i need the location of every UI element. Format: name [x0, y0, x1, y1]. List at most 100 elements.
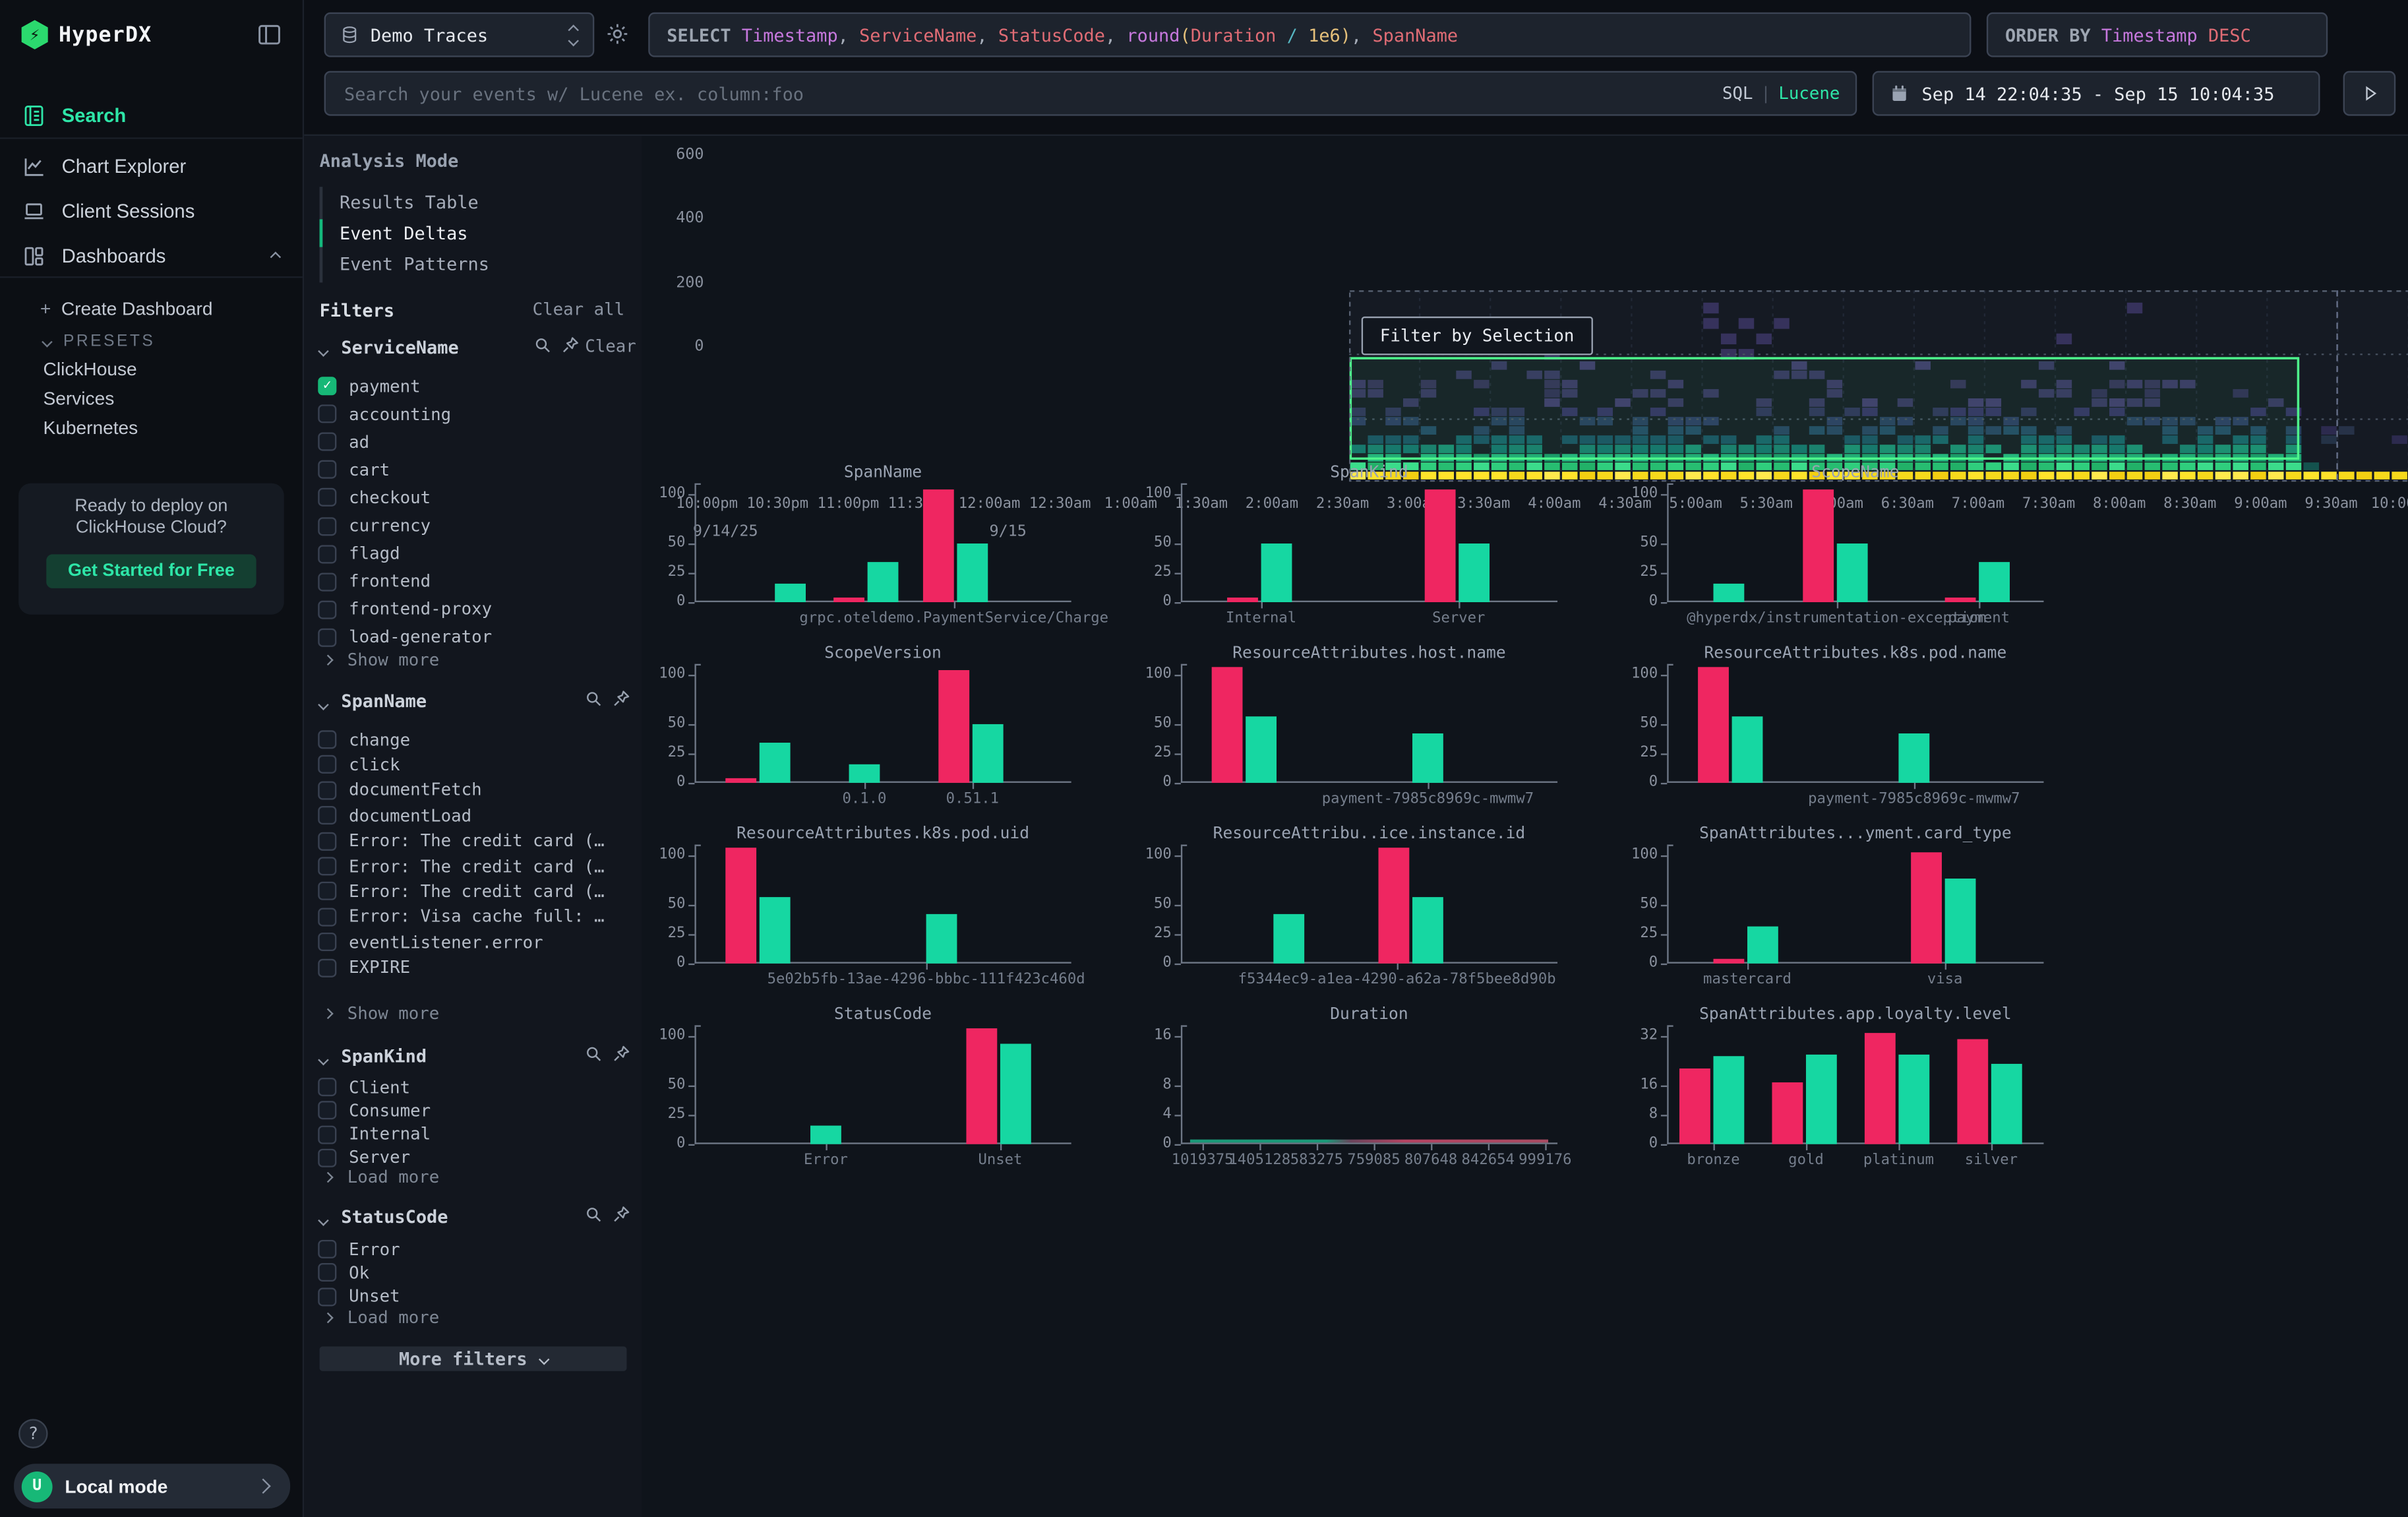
- chart-bar-green[interactable]: [1979, 562, 2010, 602]
- language-toggle-lucene[interactable]: Lucene: [1778, 83, 1840, 103]
- event-search-bar[interactable]: SQL | Lucene: [324, 71, 1857, 116]
- run-query-button[interactable]: [2343, 71, 2396, 116]
- chart-bar-green[interactable]: [849, 764, 880, 783]
- sidebar-item-dashboards[interactable]: Dashboards: [0, 235, 304, 278]
- sidebar-preset-clickhouse[interactable]: ClickHouse: [44, 358, 137, 380]
- filter-option-servicename[interactable]: currency: [318, 513, 431, 538]
- filter-group-more-servicename[interactable]: Show more: [324, 650, 440, 670]
- chart-bar-pink[interactable]: [1803, 489, 1834, 602]
- order-by-editor[interactable]: ORDER BY Timestamp DESC: [1987, 13, 2328, 57]
- pin-icon[interactable]: [611, 689, 631, 708]
- checkbox[interactable]: [318, 629, 336, 647]
- filter-option-servicename[interactable]: frontend-proxy: [318, 597, 492, 621]
- sql-select-editor[interactable]: SELECT Timestamp, ServiceName, StatusCod…: [648, 13, 1971, 57]
- checkbox[interactable]: [318, 1101, 336, 1120]
- filter-option-servicename[interactable]: frontend: [318, 569, 431, 594]
- checkbox[interactable]: [318, 832, 336, 850]
- chart-bar-green[interactable]: [1459, 543, 1490, 602]
- chart-bar-green[interactable]: [973, 724, 1004, 783]
- checkbox[interactable]: [318, 600, 336, 619]
- checkbox[interactable]: [318, 460, 336, 479]
- filter-option-spankind[interactable]: Server: [318, 1146, 410, 1170]
- filter-option-spanname[interactable]: EXPIRE: [318, 955, 410, 979]
- chart-bar-green[interactable]: [1806, 1055, 1837, 1144]
- chart-bar-green[interactable]: [1732, 716, 1763, 783]
- checkbox-checked[interactable]: ✓: [318, 377, 336, 395]
- chart-bar-green[interactable]: [1991, 1064, 2022, 1144]
- help-button[interactable]: ?: [18, 1419, 47, 1448]
- filter-option-servicename[interactable]: accounting: [318, 402, 451, 426]
- chart-bar-green[interactable]: [1747, 927, 1778, 964]
- checkbox[interactable]: [318, 933, 336, 951]
- chart-bar-pink[interactable]: [1227, 598, 1258, 602]
- clear-all-button[interactable]: Clear all: [533, 299, 625, 319]
- checkbox[interactable]: [318, 433, 336, 451]
- filter-group-clear-servicename[interactable]: Clear: [585, 336, 636, 356]
- search-icon[interactable]: [584, 1204, 603, 1224]
- language-toggle-sql[interactable]: SQL: [1722, 83, 1753, 103]
- chart-bar-green[interactable]: [1945, 879, 1976, 964]
- filter-option-spanname[interactable]: Error: The credit card (…: [318, 828, 604, 853]
- checkbox[interactable]: [318, 958, 336, 977]
- search-icon[interactable]: [584, 689, 603, 708]
- checkbox[interactable]: [318, 1125, 336, 1144]
- filter-option-statuscode[interactable]: Error: [318, 1237, 400, 1261]
- sidebar-item-search[interactable]: Search: [0, 94, 304, 138]
- sidebar-item-client-sessions[interactable]: Client Sessions: [0, 190, 304, 233]
- search-input[interactable]: [341, 81, 1722, 106]
- filter-group-chevron-spankind[interactable]: [320, 1049, 328, 1068]
- chart-bar-pink[interactable]: [1772, 1082, 1803, 1144]
- more-filters-button[interactable]: More filters: [320, 1346, 627, 1371]
- chart-bar-pink[interactable]: [1865, 1033, 1896, 1144]
- filter-option-statuscode[interactable]: Ok: [318, 1260, 369, 1285]
- chart-bar-green[interactable]: [1000, 1044, 1031, 1144]
- checkbox[interactable]: [318, 516, 336, 535]
- chart-bar-green[interactable]: [1246, 716, 1277, 783]
- chart-bar-pink[interactable]: [725, 848, 756, 964]
- chart-bar-green[interactable]: [1714, 1056, 1745, 1144]
- create-dashboard-button[interactable]: + Create Dashboard: [40, 298, 213, 320]
- chart-bar-green[interactable]: [1714, 584, 1745, 602]
- filter-group-more-statuscode[interactable]: Load more: [324, 1308, 440, 1328]
- checkbox[interactable]: [318, 1264, 336, 1282]
- chart-bar-pink[interactable]: [923, 489, 954, 602]
- pin-icon[interactable]: [611, 1204, 631, 1224]
- local-mode-pill[interactable]: U Local mode: [14, 1464, 290, 1508]
- chart-bar-green[interactable]: [1837, 543, 1868, 602]
- filter-option-spankind[interactable]: Consumer: [318, 1098, 431, 1123]
- checkbox[interactable]: [318, 730, 336, 749]
- checkbox[interactable]: [318, 882, 336, 901]
- filter-group-chevron-spanname[interactable]: [320, 693, 328, 713]
- chart-bar-pink[interactable]: [833, 598, 864, 602]
- get-started-button[interactable]: Get Started for Free: [46, 554, 256, 588]
- checkbox[interactable]: [318, 489, 336, 507]
- checkbox[interactable]: [318, 1078, 336, 1096]
- chart-bar-pink[interactable]: [1698, 667, 1729, 783]
- chart-bar-green[interactable]: [868, 562, 899, 602]
- checkbox[interactable]: [318, 1148, 336, 1167]
- chart-bar-pink[interactable]: [1957, 1039, 1988, 1144]
- search-icon[interactable]: [584, 1044, 603, 1064]
- analysis-mode-event-patterns[interactable]: Event Patterns: [340, 253, 489, 275]
- filter-option-spankind[interactable]: Client: [318, 1074, 410, 1099]
- chart-bar-pink[interactable]: [725, 778, 756, 783]
- filter-option-servicename[interactable]: flagd: [318, 542, 400, 566]
- chart-bar-pink[interactable]: [1911, 852, 1942, 964]
- filter-option-spanname[interactable]: Error: The credit card (…: [318, 879, 604, 904]
- filter-option-spanname[interactable]: Error: The credit card (…: [318, 854, 604, 879]
- chart-bar-pink[interactable]: [1425, 489, 1456, 602]
- chart-bar-green[interactable]: [1261, 543, 1292, 602]
- filter-group-chevron-statuscode[interactable]: [320, 1209, 328, 1229]
- pin-icon[interactable]: [560, 335, 580, 355]
- filter-option-servicename[interactable]: cart: [318, 458, 390, 482]
- analysis-mode-event-deltas[interactable]: Event Deltas: [340, 222, 468, 244]
- chart-bar-pink[interactable]: [1212, 667, 1243, 783]
- chart-bar-green[interactable]: [810, 1126, 841, 1144]
- chart-bar-pink[interactable]: [1379, 848, 1410, 964]
- chart-bar-green[interactable]: [1412, 733, 1443, 783]
- presets-toggle[interactable]: PRESETS: [44, 332, 156, 350]
- chart-bar-pink[interactable]: [966, 1028, 997, 1144]
- checkbox[interactable]: [318, 573, 336, 591]
- filter-option-statuscode[interactable]: Unset: [318, 1284, 400, 1309]
- filter-group-more-spankind[interactable]: Load more: [324, 1167, 440, 1187]
